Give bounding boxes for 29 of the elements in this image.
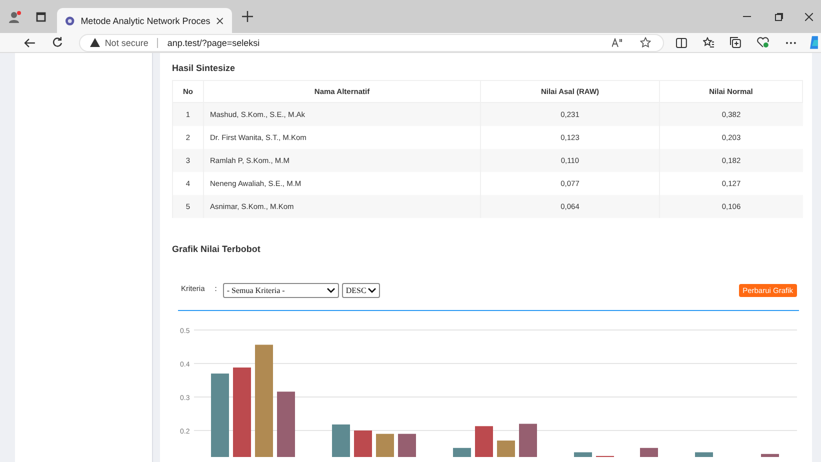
minimize-icon[interactable] — [743, 16, 751, 18]
browser-tab[interactable]: Metode Analytic Network Proces — [57, 8, 232, 33]
order-dropdown[interactable]: DESC — [342, 283, 380, 298]
tab-list-icon[interactable] — [36, 12, 46, 22]
warning-icon — [90, 38, 100, 47]
star-icon[interactable] — [640, 37, 651, 48]
restore-icon[interactable] — [775, 12, 783, 20]
new-tab-icon[interactable] — [242, 11, 253, 22]
read-aloud-icon[interactable] — [612, 38, 623, 47]
security-label: Not secure — [104, 38, 148, 48]
section-title: Hasil Sintesize — [172, 63, 236, 73]
caret-icon — [368, 288, 376, 293]
copilot-icon[interactable] — [810, 36, 818, 49]
reload-icon[interactable] — [52, 37, 63, 48]
criteria-dropdown[interactable]: - Semua Kriteria - — [222, 283, 339, 298]
collections-icon[interactable] — [730, 37, 742, 48]
url-text: anp.test/?page=seleksi — [167, 38, 260, 48]
back-icon[interactable] — [24, 38, 35, 48]
split-screen-icon[interactable] — [676, 38, 687, 48]
favorites-icon[interactable] — [702, 37, 714, 48]
profile-icon[interactable] — [8, 10, 22, 24]
site-icon — [65, 16, 75, 26]
section-title: Grafik Nilai Terbobot — [172, 244, 262, 254]
tab-title: Metode Analytic Network Proces — [80, 16, 210, 26]
close-icon[interactable] — [805, 12, 813, 20]
performance-icon[interactable] — [757, 37, 770, 48]
close-icon[interactable] — [216, 16, 224, 24]
caret-icon — [326, 288, 335, 293]
address-bar[interactable]: Not secure anp.test/?page=seleksi — [78, 34, 664, 52]
